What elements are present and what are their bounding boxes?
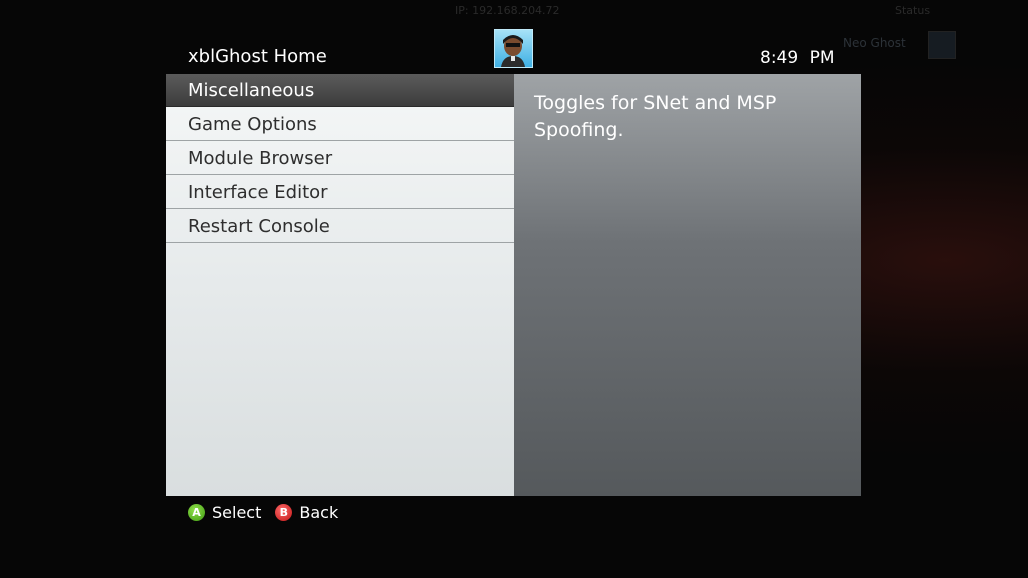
clock: 8:49 PM [760, 48, 835, 68]
menu-item-restart-console[interactable]: Restart Console [166, 210, 514, 243]
ip-address-text: IP: 192.168.204.72 [455, 4, 560, 17]
main-panel: Miscellaneous Game Options Module Browse… [166, 74, 861, 496]
background-gamerpic [928, 31, 956, 59]
back-label[interactable]: Back [299, 503, 338, 522]
menu-item-interface-editor[interactable]: Interface Editor [166, 176, 514, 209]
menu-item-game-options[interactable]: Game Options [166, 108, 514, 141]
dashboard-screen: IP: 192.168.204.72 Status Neo Ghost xblG… [0, 0, 1028, 578]
select-label[interactable]: Select [212, 503, 261, 522]
page-title: xblGhost Home [188, 46, 327, 67]
menu-list: Miscellaneous Game Options Module Browse… [166, 74, 514, 496]
description-panel: Toggles for SNet and MSP Spoofing. [514, 74, 861, 496]
avatar-icon [501, 35, 525, 67]
avatar [494, 29, 533, 68]
status-text: Status [895, 4, 931, 17]
background-status-bar: IP: 192.168.204.72 Status [0, 4, 1028, 20]
menu-item-miscellaneous[interactable]: Miscellaneous [166, 74, 514, 107]
b-button-icon: B [275, 503, 293, 521]
description-text: Toggles for SNet and MSP Spoofing. [534, 92, 777, 141]
background-gamertag: Neo Ghost [843, 36, 906, 50]
menu-item-module-browser[interactable]: Module Browser [166, 142, 514, 175]
a-button-icon: A [188, 503, 205, 521]
button-legend: A Select B Back [188, 501, 352, 523]
